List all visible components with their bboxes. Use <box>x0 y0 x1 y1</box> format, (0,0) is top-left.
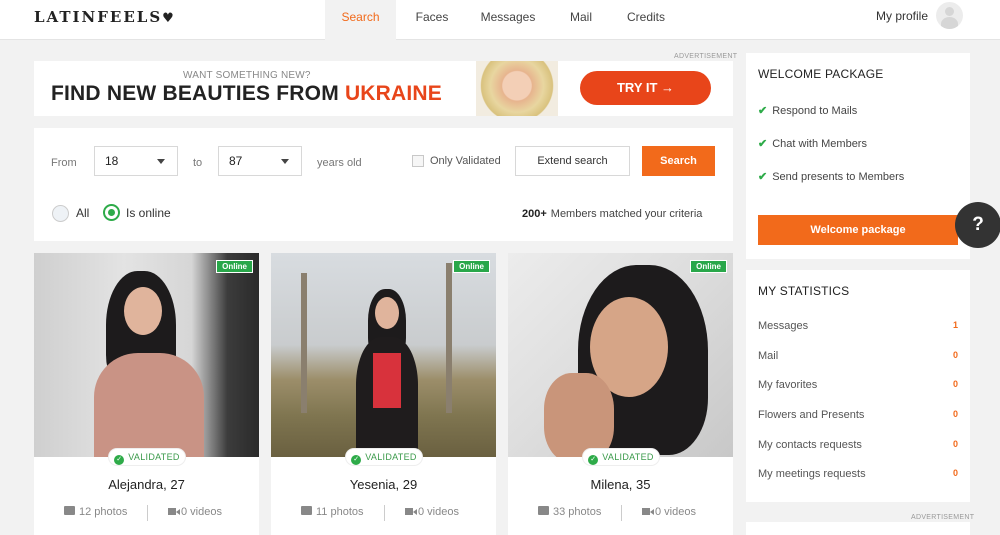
extend-search-button[interactable]: Extend search <box>515 146 630 176</box>
stat-contacts-requests[interactable]: My contacts requests 0 <box>758 439 958 451</box>
statistics-panel: MY STATISTICS Messages 1 Mail 0 My favorit… <box>746 270 970 502</box>
profile-photo[interactable] <box>34 253 259 457</box>
ad-headline-accent: UKRAINE <box>344 82 443 105</box>
profile-name[interactable]: Yesenia, 29 <box>271 477 496 492</box>
profile-card[interactable]: Online ✓ VALIDATED Alejandra, 27 12 photo… <box>34 253 259 535</box>
chevron-down-icon <box>281 159 289 164</box>
online-badge: Online <box>216 260 253 273</box>
check-icon: ✓ <box>351 455 362 465</box>
check-icon: ✔ <box>758 138 768 150</box>
videos-count: 0 videos <box>168 506 222 518</box>
matched-count: 200+ Members matched your criteria <box>522 208 703 220</box>
radio-is-online-label: Is online <box>126 206 171 220</box>
validated-badge: ✓ VALIDATED <box>346 449 422 465</box>
welcome-package-panel: WELCOME PACKAGE ✔ Respond to Mails ✔ Chat … <box>746 53 970 259</box>
my-profile-link[interactable]: My profile <box>876 9 928 23</box>
welcome-item: ✔ Send presents to Members <box>758 171 905 183</box>
nav-mail[interactable]: Mail <box>548 0 614 40</box>
online-badge: Online <box>453 260 490 273</box>
only-validated-checkbox[interactable] <box>412 155 424 167</box>
sidebar-ad[interactable] <box>746 522 970 535</box>
check-icon: ✓ <box>588 455 599 465</box>
search-filter: From 18 to 87 years old Only Validated E… <box>34 128 733 241</box>
photos-count: 11 photos <box>301 506 364 518</box>
photos-count: 33 photos <box>538 506 601 518</box>
profile-card[interactable]: Online ✓ VALIDATED Milena, 35 33 photos 0… <box>508 253 733 535</box>
profile-name[interactable]: Alejandra, 27 <box>34 477 259 492</box>
video-icon <box>405 508 417 515</box>
check-icon: ✓ <box>114 455 125 465</box>
avatar[interactable] <box>936 2 963 29</box>
radio-all-label: All <box>76 206 90 220</box>
ad-headline: FIND NEW BEAUTIES FROM UKRAINE <box>51 82 443 105</box>
radio-is-online[interactable] <box>103 204 120 221</box>
try-it-button[interactable]: TRY IT → <box>580 71 711 105</box>
to-label: to <box>193 157 203 169</box>
nav-search[interactable]: Search <box>325 0 396 40</box>
photo-icon <box>301 506 312 515</box>
stat-flowers-presents[interactable]: Flowers and Presents 0 <box>758 409 958 421</box>
online-badge: Online <box>690 260 727 273</box>
welcome-package-title: WELCOME PACKAGE <box>758 67 884 81</box>
statistics-title: MY STATISTICS <box>758 284 850 298</box>
videos-count: 0 videos <box>642 506 696 518</box>
welcome-item: ✔ Chat with Members <box>758 138 867 150</box>
check-icon: ✔ <box>758 105 768 117</box>
profile-photo[interactable] <box>508 253 733 457</box>
check-icon: ✔ <box>758 171 768 183</box>
videos-count: 0 videos <box>405 506 459 518</box>
nav-credits[interactable]: Credits <box>614 0 678 40</box>
chevron-down-icon <box>157 159 165 164</box>
search-button[interactable]: Search <box>642 146 715 176</box>
advertisement-tag-sidebar: ADVERTISEMENT <box>911 514 975 521</box>
help-button[interactable]: ? <box>955 202 1000 248</box>
video-icon <box>168 508 180 515</box>
logo[interactable]: LATINFEELS♥ <box>34 8 174 26</box>
main-nav: Search Faces Messages Mail Credits <box>325 0 678 40</box>
welcome-package-button[interactable]: Welcome package <box>758 215 958 245</box>
only-validated-label: Only Validated <box>430 155 501 167</box>
from-label: From <box>51 157 77 169</box>
heart-icon: ♥ <box>162 11 174 26</box>
photo-icon <box>538 506 549 515</box>
welcome-item: ✔ Respond to Mails <box>758 105 858 117</box>
ad-banner[interactable]: WANT SOMETHING NEW? FIND NEW BEAUTIES FR… <box>34 61 733 116</box>
ad-small-text: WANT SOMETHING NEW? <box>183 70 311 81</box>
years-old-label: years old <box>317 157 362 169</box>
validated-badge: ✓ VALIDATED <box>109 449 185 465</box>
advertisement-tag: ADVERTISEMENT <box>674 53 738 60</box>
photo-icon <box>64 506 75 515</box>
nav-messages[interactable]: Messages <box>468 0 548 40</box>
stat-meetings-requests[interactable]: My meetings requests 0 <box>758 468 958 480</box>
stat-mail[interactable]: Mail 0 <box>758 350 958 362</box>
top-bar: LATINFEELS♥ Search Faces Messages Mail C… <box>0 0 1000 40</box>
age-from-select[interactable]: 18 <box>94 146 178 176</box>
profile-name[interactable]: Milena, 35 <box>508 477 733 492</box>
nav-faces[interactable]: Faces <box>396 0 468 40</box>
radio-all[interactable] <box>52 205 69 222</box>
profile-photo[interactable] <box>271 253 496 457</box>
photos-count: 12 photos <box>64 506 127 518</box>
profile-card[interactable]: Online ✓ VALIDATED Yesenia, 29 11 photos … <box>271 253 496 535</box>
validated-badge: ✓ VALIDATED <box>583 449 659 465</box>
stat-favorites[interactable]: My favorites 0 <box>758 379 958 391</box>
age-to-select[interactable]: 87 <box>218 146 302 176</box>
stat-messages[interactable]: Messages 1 <box>758 320 958 332</box>
video-icon <box>642 508 654 515</box>
ad-photo <box>476 61 558 116</box>
